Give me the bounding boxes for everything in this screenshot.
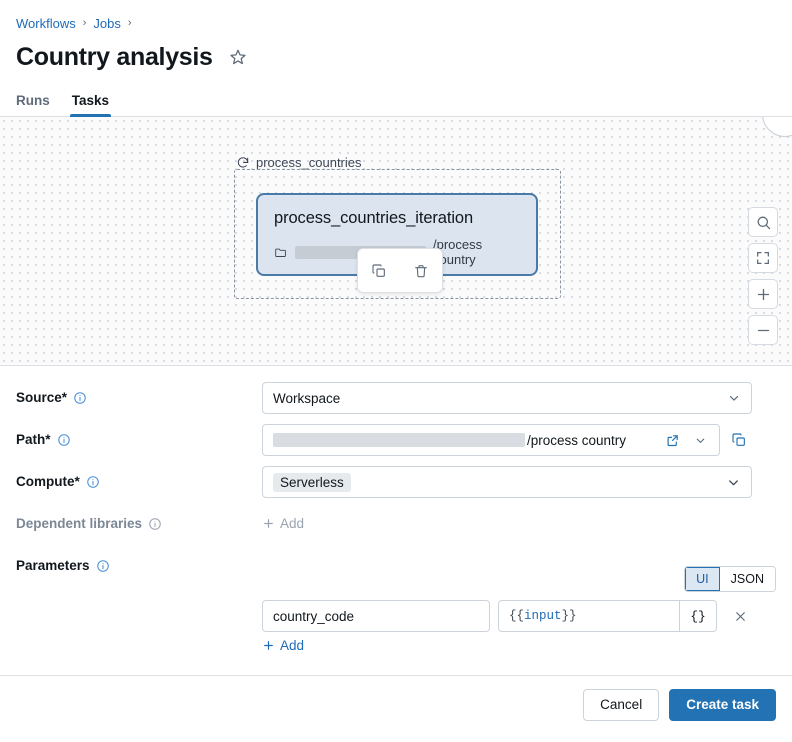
parameter-value-variable: input [524,609,562,623]
page-header: Workflows › Jobs › Country analysis [0,0,792,73]
copy-path-icon[interactable] [728,429,750,451]
loop-group-label-text: process_countries [256,155,362,170]
info-icon[interactable] [73,391,87,405]
title-row: Country analysis [16,41,776,73]
path-input[interactable]: /process country [262,424,720,456]
compute-field: Serverless [262,466,776,498]
form-footer: Cancel Create task [0,675,792,733]
parameter-key-input[interactable]: country_code [262,600,490,632]
parameter-row: country_code {{input}} {} [0,600,792,632]
close-icon[interactable] [725,601,755,631]
parameters-label: Parameters [16,550,262,573]
compute-select[interactable]: Serverless [262,466,752,498]
cancel-button[interactable]: Cancel [583,689,659,721]
toggle-ui[interactable]: UI [685,567,720,591]
copy-icon[interactable] [366,258,392,284]
chevron-down-icon [727,391,741,405]
dependent-libraries-field: Add [262,508,776,531]
info-icon[interactable] [57,433,71,447]
source-select-value: Workspace [273,391,340,406]
fit-screen-icon[interactable] [748,243,778,273]
breadcrumb-separator: › [83,18,87,29]
plus-icon [262,517,275,530]
path-value-redacted [273,433,525,447]
task-node-title: process_countries_iteration [274,209,520,228]
tab-bar: Runs Tasks [0,85,792,117]
task-graph-canvas[interactable]: process_countries process_countries_iter… [0,117,792,366]
canvas-controls [748,207,778,345]
parameters-view-toggle: UI JSON [684,566,776,592]
create-task-button[interactable]: Create task [669,689,776,721]
folder-icon [274,245,288,260]
dependent-libraries-label-text: Dependent libraries [16,516,142,531]
add-dependent-library-label: Add [280,516,304,531]
compute-label-text: Compute* [16,474,80,489]
parameter-key-value: country_code [273,609,354,624]
info-icon[interactable] [96,559,110,573]
breadcrumb: Workflows › Jobs › [16,14,776,32]
external-link-icon[interactable] [661,429,683,451]
tab-runs[interactable]: Runs [16,93,50,116]
path-label: Path* [16,424,262,447]
parameter-value-input[interactable]: {{input}} [498,600,680,632]
dependent-libraries-label: Dependent libraries [16,508,262,531]
path-value: /process country [273,433,655,448]
breadcrumb-separator: › [128,18,132,29]
source-label-text: Source* [16,390,67,405]
path-label-text: Path* [16,432,51,447]
toggle-json[interactable]: JSON [720,567,775,591]
task-node-path-suffix: /process country [433,237,520,267]
form-row-source: Source* Workspace [0,382,792,424]
form-row-dependent-libraries: Dependent libraries Add [0,508,792,550]
node-action-toolbar [357,248,443,293]
source-select[interactable]: Workspace [262,382,752,414]
parameter-value-prefix: {{ [509,609,524,623]
zoom-out-icon[interactable] [748,315,778,345]
compute-label: Compute* [16,466,262,489]
trash-icon[interactable] [408,258,434,284]
form-row-add-parameter: Add [0,638,792,680]
breadcrumb-item-jobs[interactable]: Jobs [93,16,120,31]
breadcrumb-item-workflows[interactable]: Workflows [16,16,76,31]
parameter-json-editor-button[interactable]: {} [679,600,717,632]
chevron-down-icon [726,475,741,490]
clipped-circle-control[interactable] [762,117,792,137]
chevron-down-icon[interactable] [689,429,711,451]
path-field-wrap: /process country [262,424,776,456]
add-parameter-button[interactable]: Add [262,638,304,653]
zoom-in-icon[interactable] [748,279,778,309]
info-icon[interactable] [148,517,162,531]
add-dependent-library-button[interactable]: Add [262,508,304,531]
path-value-suffix: /process country [527,433,626,448]
source-label: Source* [16,382,262,405]
parameter-value-suffix: }} [562,609,577,623]
tab-tasks[interactable]: Tasks [72,93,109,116]
form-row-compute: Compute* Serverless [0,466,792,508]
search-icon[interactable] [748,207,778,237]
loop-arrow-icon [236,156,250,170]
form-row-path: Path* /process country [0,424,792,466]
page-title: Country analysis [16,43,213,72]
compute-select-value: Serverless [273,473,351,492]
plus-icon [262,639,275,652]
source-field: Workspace [262,382,776,414]
info-icon[interactable] [86,475,100,489]
parameters-label-text: Parameters [16,558,90,573]
loop-group-label: process_countries [236,155,362,170]
add-parameter-label: Add [280,638,304,653]
star-outline-icon[interactable] [227,46,249,68]
